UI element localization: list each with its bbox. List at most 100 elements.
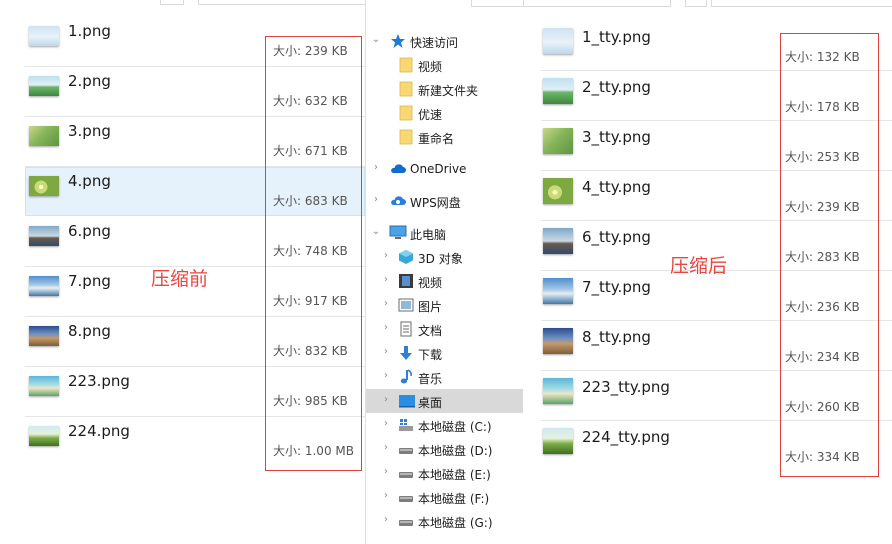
file-name: 7.png <box>68 272 111 290</box>
nav-label: 重命名 <box>418 132 455 146</box>
file-name: 2.png <box>68 72 111 90</box>
chevron-right-icon[interactable]: › <box>381 298 391 310</box>
nav-label: 下载 <box>418 348 443 362</box>
nav-label: 桌面 <box>418 396 443 410</box>
chevron-right-icon[interactable]: › <box>371 162 381 174</box>
column-header[interactable] <box>471 0 525 7</box>
nav-downloads[interactable]: › 下载 <box>366 341 523 365</box>
nav-label: 此电脑 <box>410 228 447 242</box>
file-name: 6_tty.png <box>582 228 651 246</box>
left-column-header[interactable] <box>198 0 366 5</box>
nav-videos[interactable]: › 视频 <box>366 269 523 293</box>
nav-onedrive[interactable]: › OneDrive <box>366 157 523 181</box>
nav-label: 新建文件夹 <box>418 84 479 98</box>
chevron-down-icon[interactable]: ⌄ <box>371 226 381 238</box>
file-name: 6.png <box>68 222 111 240</box>
nav-label: 视频 <box>418 60 443 74</box>
folder-icon <box>398 57 414 73</box>
nav-3d-objects[interactable]: › 3D 对象 <box>366 245 523 269</box>
image-thumbnail <box>29 26 59 46</box>
file-name: 7_tty.png <box>582 278 651 296</box>
nav-label: 快速访问 <box>410 36 459 50</box>
folder-icon <box>398 81 414 97</box>
chevron-right-icon[interactable]: › <box>381 394 391 406</box>
nav-label: 音乐 <box>418 372 443 386</box>
image-thumbnail <box>543 278 573 304</box>
file-name: 223.png <box>68 372 130 390</box>
nav-label: 3D 对象 <box>418 252 463 266</box>
file-name: 223_tty.png <box>582 378 670 396</box>
nav-documents[interactable]: › 文档 <box>366 317 523 341</box>
nav-folder-item[interactable]: 视频 <box>366 53 523 77</box>
music-icon <box>398 369 414 385</box>
image-thumbnail <box>29 376 59 396</box>
folder-icon <box>398 129 414 145</box>
nav-label: WPS网盘 <box>410 196 461 210</box>
image-thumbnail <box>29 226 59 246</box>
chevron-right-icon[interactable]: › <box>381 322 391 334</box>
image-thumbnail <box>543 428 573 454</box>
image-thumbnail <box>29 426 59 446</box>
download-icon <box>398 345 414 361</box>
nav-music[interactable]: › 音乐 <box>366 365 523 389</box>
chevron-right-icon[interactable]: › <box>381 466 391 478</box>
chevron-right-icon[interactable]: › <box>381 490 391 502</box>
file-name: 2_tty.png <box>582 78 651 96</box>
nav-drive-c[interactable]: › 本地磁盘 (C:) <box>366 413 523 437</box>
drive-icon <box>398 441 414 457</box>
chevron-right-icon[interactable]: › <box>381 370 391 382</box>
file-name: 4_tty.png <box>582 178 651 196</box>
chevron-right-icon[interactable]: › <box>381 514 391 526</box>
chevron-right-icon[interactable]: › <box>381 346 391 358</box>
nav-drive-e[interactable]: › 本地磁盘 (E:) <box>366 461 523 485</box>
nav-label: 本地磁盘 (G:) <box>418 516 493 530</box>
chevron-right-icon[interactable]: › <box>381 250 391 262</box>
chevron-right-icon[interactable]: › <box>381 418 391 430</box>
nav-pictures[interactable]: › 图片 <box>366 293 523 317</box>
nav-this-pc[interactable]: ⌄ 此电脑 <box>366 221 523 245</box>
nav-quick-access[interactable]: ⌄ 快速访问 <box>366 29 523 53</box>
file-name: 224.png <box>68 422 130 440</box>
image-thumbnail <box>29 176 59 196</box>
nav-label: 本地磁盘 (D:) <box>418 444 493 458</box>
nav-drive-f[interactable]: › 本地磁盘 (F:) <box>366 485 523 509</box>
image-thumbnail <box>543 128 573 154</box>
drive-icon <box>398 489 414 505</box>
nav-drive-d[interactable]: › 本地磁盘 (D:) <box>366 437 523 461</box>
column-header[interactable] <box>685 0 707 7</box>
chevron-down-icon[interactable]: ⌄ <box>371 34 381 46</box>
image-thumbnail <box>29 326 59 346</box>
left-column-header-strip <box>0 0 366 5</box>
nav-folder-item[interactable]: 优速 <box>366 101 523 125</box>
cube-icon <box>398 249 414 265</box>
windows-drive-icon <box>398 417 414 433</box>
nav-desktop[interactable]: › 桌面 <box>366 389 523 413</box>
image-thumbnail <box>29 126 59 146</box>
nav-folder-item[interactable]: 新建文件夹 <box>366 77 523 101</box>
file-name: 8_tty.png <box>582 328 651 346</box>
nav-label: OneDrive <box>410 162 467 176</box>
after-compression-caption: 压缩后 <box>670 255 728 277</box>
computer-icon <box>389 225 407 241</box>
nav-label: 优速 <box>418 108 443 122</box>
file-name: 4.png <box>68 172 111 190</box>
file-name: 1.png <box>68 22 111 40</box>
picture-icon <box>398 297 414 313</box>
file-name: 224_tty.png <box>582 428 670 446</box>
nav-folder-item[interactable]: 重命名 <box>366 125 523 149</box>
nav-drive-g[interactable]: › 本地磁盘 (G:) <box>366 509 523 533</box>
nav-label: 文档 <box>418 324 443 338</box>
file-name: 1_tty.png <box>582 28 651 46</box>
chevron-right-icon[interactable]: › <box>371 194 381 206</box>
star-icon <box>390 33 406 49</box>
column-header[interactable] <box>711 0 892 7</box>
nav-label: 本地磁盘 (C:) <box>418 420 492 434</box>
nav-wps-cloud[interactable]: › WPS网盘 <box>366 189 523 213</box>
chevron-right-icon[interactable]: › <box>381 274 391 286</box>
image-thumbnail <box>29 76 59 96</box>
left-column-header[interactable] <box>160 0 184 5</box>
image-thumbnail <box>543 78 573 104</box>
column-header[interactable] <box>523 0 671 7</box>
document-icon <box>398 321 414 337</box>
chevron-right-icon[interactable]: › <box>381 442 391 454</box>
